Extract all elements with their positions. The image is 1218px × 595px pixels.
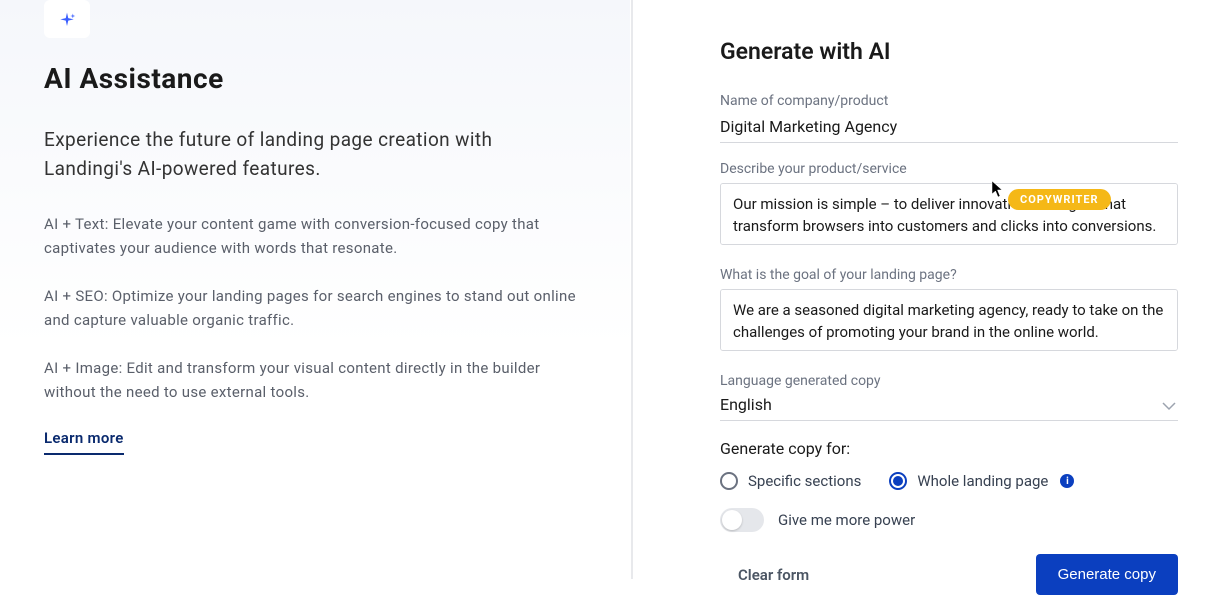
sparkle-icon-box <box>44 0 90 38</box>
sparkle-icon <box>57 11 77 31</box>
cursor-icon <box>991 180 1005 198</box>
bottom-actions: Clear form Generate copy <box>720 554 1178 595</box>
radio-circle-selected <box>889 472 907 490</box>
copywriter-badge: COPYWRITER <box>1008 189 1111 210</box>
goal-field: What is the goal of your landing page? W… <box>720 267 1178 355</box>
radio-group: Specific sections Whole landing page i <box>720 472 1178 490</box>
left-title: AI Assistance <box>44 62 586 95</box>
clear-form-link[interactable]: Clear form <box>720 566 809 584</box>
generate-for-label: Generate copy for: <box>720 439 1178 458</box>
company-input[interactable] <box>720 115 1178 143</box>
learn-more-link[interactable]: Learn more <box>44 429 124 455</box>
left-body-image: AI + Image: Edit and transform your visu… <box>44 356 586 404</box>
generate-copy-button[interactable]: Generate copy <box>1036 554 1178 595</box>
left-intro: Experience the future of landing page cr… <box>44 125 586 184</box>
radio-whole-page[interactable]: Whole landing page i <box>889 472 1074 490</box>
left-content-panel: AI Assistance Experience the future of l… <box>0 0 630 579</box>
radio-specific-label: Specific sections <box>748 472 861 490</box>
power-toggle[interactable] <box>720 508 764 532</box>
language-label: Language generated copy <box>720 373 1178 389</box>
radio-dot <box>893 476 903 486</box>
language-value: English <box>720 395 772 414</box>
toggle-knob <box>722 510 742 530</box>
power-toggle-label: Give me more power <box>778 511 915 529</box>
right-form-panel: Generate with AI Name of company/product… <box>630 0 1218 579</box>
chevron-down-icon <box>1162 401 1176 411</box>
radio-circle-unselected <box>720 472 738 490</box>
company-field: Name of company/product <box>720 93 1178 143</box>
describe-textarea[interactable]: Our mission is simple – to deliver innov… <box>720 183 1178 245</box>
radio-specific-sections[interactable]: Specific sections <box>720 472 861 490</box>
info-icon[interactable]: i <box>1060 474 1074 488</box>
power-toggle-row: Give me more power <box>720 508 1178 532</box>
language-select[interactable]: English <box>720 395 1178 421</box>
language-field: Language generated copy English <box>720 373 1178 421</box>
radio-whole-label: Whole landing page <box>917 472 1048 490</box>
company-label: Name of company/product <box>720 93 1178 109</box>
goal-label: What is the goal of your landing page? <box>720 267 1178 283</box>
goal-textarea[interactable]: We are a seasoned digital marketing agen… <box>720 289 1178 351</box>
describe-label: Describe your product/service <box>720 161 1178 177</box>
right-title: Generate with AI <box>720 38 1178 65</box>
left-body-seo: AI + SEO: Optimize your landing pages fo… <box>44 284 586 332</box>
left-body-text: AI + Text: Elevate your content game wit… <box>44 212 586 260</box>
